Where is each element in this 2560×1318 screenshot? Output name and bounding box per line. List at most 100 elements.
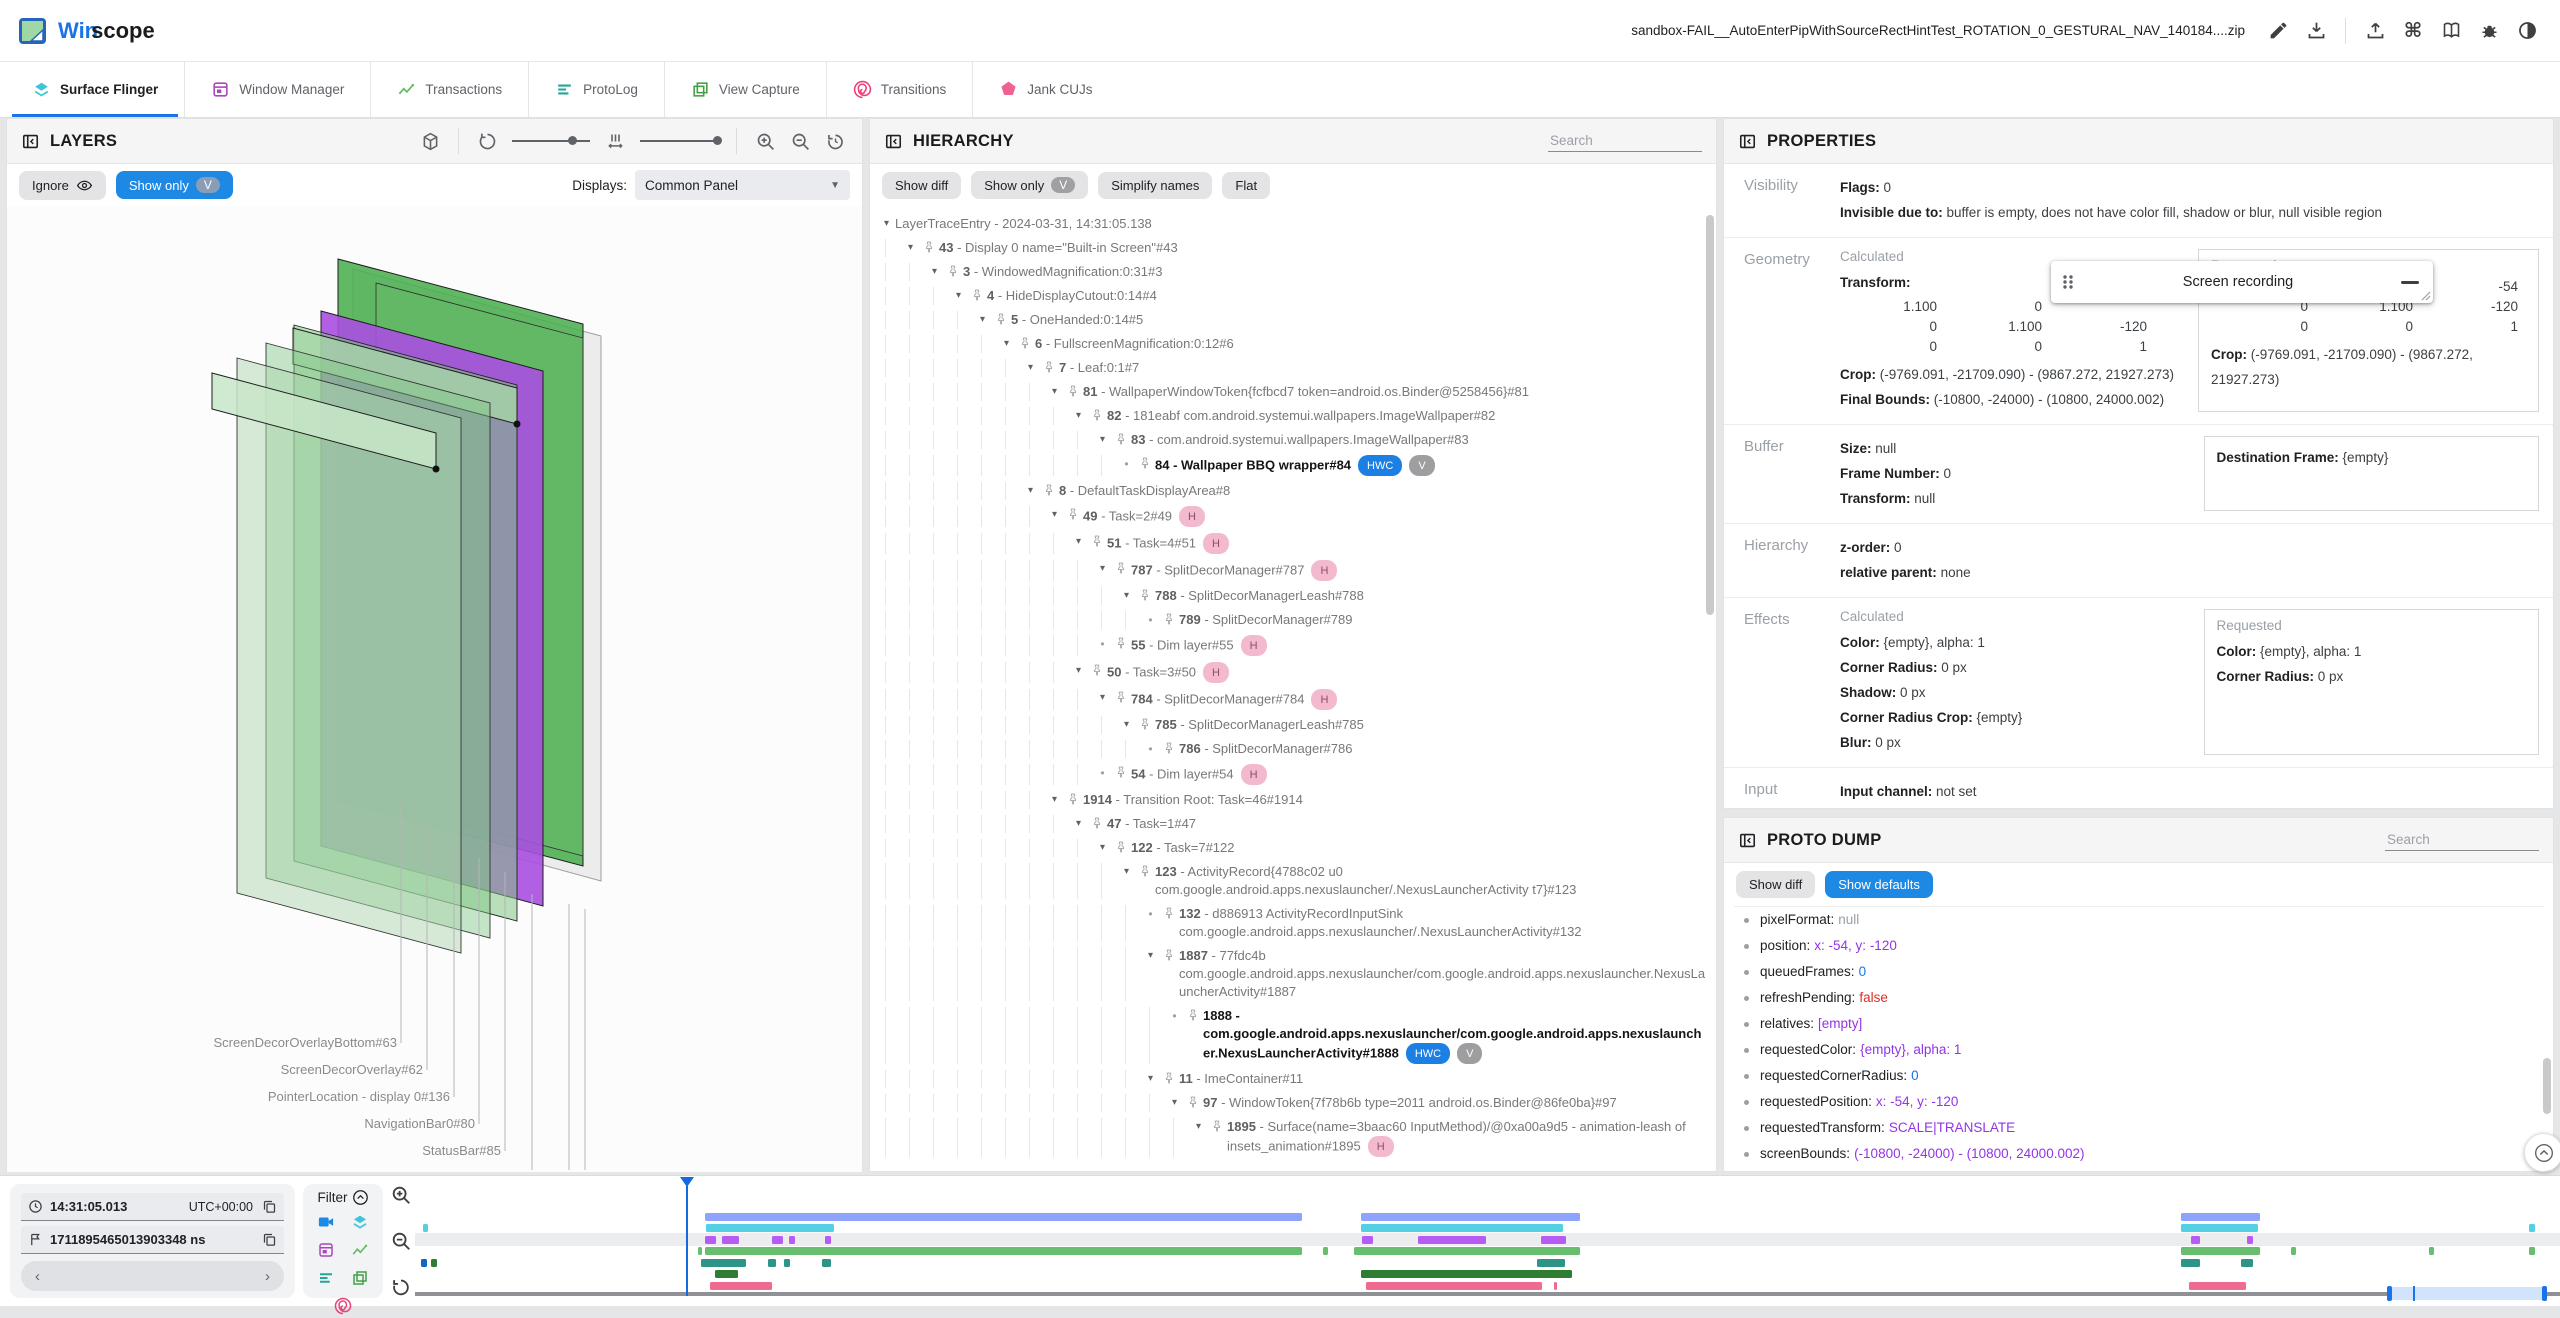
lane-green-segment[interactable] <box>2181 1247 2260 1255</box>
show-only-v-chip[interactable]: Show only V <box>115 171 233 199</box>
pin-icon[interactable] <box>1159 612 1179 626</box>
pin-icon[interactable] <box>1207 1119 1227 1133</box>
lane-purple-segment[interactable] <box>1541 1236 1566 1244</box>
timeline-cursor[interactable] <box>686 1186 688 1296</box>
pin-icon[interactable] <box>1087 408 1107 422</box>
lane-periwinkle-segment[interactable] <box>705 1213 1302 1221</box>
flat-chip[interactable]: Flat <box>1222 171 1271 199</box>
lane-green-segment[interactable] <box>2429 1247 2434 1255</box>
tab-view-capture[interactable]: View Capture <box>663 62 826 117</box>
hierarchy-node[interactable]: ▾ 7 - Leaf:0:1#7 <box>870 356 1716 380</box>
collapse-properties-button[interactable] <box>2524 1133 2560 1172</box>
edit-trace-icon[interactable] <box>2263 16 2293 46</box>
rotation-slider[interactable] <box>512 136 590 145</box>
expand-arrow[interactable]: ▾ <box>1118 587 1135 605</box>
lane-teal-segment[interactable] <box>784 1259 790 1267</box>
layers-3d-canvas[interactable]: ScreenDecorOverlayBottom#63 ScreenDecorOv… <box>7 206 862 1172</box>
zoom-selection-left-handle[interactable] <box>2387 1286 2392 1301</box>
pin-icon[interactable] <box>1135 588 1155 602</box>
expand-arrow[interactable]: ▾ <box>1022 359 1039 377</box>
expand-arrow[interactable]: ▾ <box>878 215 895 233</box>
expand-arrow[interactable]: ▾ <box>1094 689 1111 707</box>
hierarchy-node[interactable]: • 789 - SplitDecorManager#789 <box>870 608 1716 632</box>
collapse-filter-icon[interactable] <box>352 1189 369 1206</box>
hierarchy-node[interactable]: ▾ 784 - SplitDecorManager#784 H <box>870 686 1716 713</box>
proto-scrollbar[interactable] <box>2543 1058 2551 1114</box>
expand-arrow[interactable]: ▾ <box>902 239 919 257</box>
lane-teal-segment[interactable] <box>822 1259 831 1267</box>
filter-transitions-icon[interactable] <box>331 1294 355 1318</box>
reset-view-icon[interactable] <box>822 128 848 154</box>
proto-property-row[interactable]: requestedCornerRadius: 0 <box>1734 1063 2544 1089</box>
tab-protolog[interactable]: ProtoLog <box>528 62 664 117</box>
lane-periwinkle-segment[interactable] <box>1361 1213 1580 1221</box>
hierarchy-node[interactable]: ▾ 122 - Task=7#122 <box>870 836 1716 860</box>
minimize-icon[interactable] <box>2401 280 2419 284</box>
lane-cyan-segment[interactable] <box>706 1224 834 1232</box>
pin-icon[interactable] <box>1063 507 1083 521</box>
hierarchy-node[interactable]: • 132 - d886913 ActivityRecordInputSink c… <box>870 902 1716 944</box>
hierarchy-scrollbar[interactable] <box>1706 215 1714 615</box>
lane-purple-segment[interactable] <box>2191 1236 2200 1244</box>
ns-timestamp-input[interactable]: 1711895465013903348 ns <box>21 1226 284 1254</box>
report-bug-icon[interactable] <box>2474 16 2504 46</box>
lane-pink-segment[interactable] <box>1366 1282 1542 1290</box>
pin-icon[interactable] <box>1111 561 1131 575</box>
dark-mode-toggle-icon[interactable] <box>2512 16 2542 46</box>
expand-arrow[interactable]: ▾ <box>1094 839 1111 857</box>
zoom-in-icon[interactable] <box>752 128 778 154</box>
pin-icon[interactable] <box>1039 360 1059 374</box>
documentation-icon[interactable] <box>2436 16 2466 46</box>
hierarchy-search-input[interactable] <box>1548 130 1702 152</box>
lane-purple-segment[interactable] <box>2247 1236 2253 1244</box>
pin-icon[interactable] <box>1111 690 1131 704</box>
filter-view-capture-icon[interactable] <box>348 1266 372 1290</box>
hierarchy-node[interactable]: ▾ 1887 - 77fdc4b com.google.android.apps.… <box>870 944 1716 1004</box>
copy-time-icon[interactable] <box>262 1199 277 1214</box>
hierarchy-node[interactable]: ▾ 51 - Task=4#51 H <box>870 530 1716 557</box>
hierarchy-node[interactable]: ▾ 123 - ActivityRecord{4788c02 u0 com.goo… <box>870 860 1716 902</box>
shortcuts-icon[interactable]: ⌘ <box>2398 16 2428 46</box>
hierarchy-node[interactable]: • 1888 - com.google.android.apps.nexuslau… <box>870 1004 1716 1067</box>
lane-teal-segment[interactable] <box>431 1259 437 1267</box>
tab-transactions[interactable]: Transactions <box>370 62 528 117</box>
lane-green-segment[interactable] <box>1354 1247 1580 1255</box>
pin-icon[interactable] <box>1063 384 1083 398</box>
hierarchy-node[interactable]: • 54 - Dim layer#54 H <box>870 761 1716 788</box>
expand-arrow[interactable]: ▾ <box>1046 791 1063 809</box>
proto-property-row[interactable]: queuedFrames: 0 <box>1734 959 2544 985</box>
proto-property-row[interactable]: requestedColor: {empty}, alpha: 1 <box>1734 1037 2544 1063</box>
filter-transactions-icon[interactable] <box>348 1238 372 1262</box>
filter-surface-flinger-icon[interactable] <box>348 1210 372 1234</box>
expand-arrow[interactable]: ▾ <box>1070 662 1087 680</box>
zoom-selection-right-handle[interactable] <box>2542 1286 2547 1301</box>
tab-transitions[interactable]: Transitions <box>825 62 973 117</box>
lane-green-segment[interactable] <box>1323 1247 1328 1255</box>
hierarchy-node[interactable]: ▾ 49 - Task=2#49 H <box>870 503 1716 530</box>
hierarchy-node[interactable]: ▾ 6 - FullscreenMagnification:0:12#6 <box>870 332 1716 356</box>
upload-trace-icon[interactable] <box>2360 16 2390 46</box>
pin-icon[interactable] <box>1111 840 1131 854</box>
expand-arrow[interactable]: ▾ <box>998 335 1015 353</box>
spacing-slider[interactable] <box>640 136 722 145</box>
lane-pink-segment[interactable] <box>710 1282 772 1290</box>
expand-arrow[interactable]: ▾ <box>1070 815 1087 833</box>
ignore-chip[interactable]: Ignore <box>19 170 106 200</box>
zoom-out-icon[interactable] <box>787 128 813 154</box>
simplify-names-chip[interactable]: Simplify names <box>1098 171 1213 199</box>
proto-property-row[interactable]: requestedPosition: x: -54, y: -120 <box>1734 1089 2544 1115</box>
lane-purple-segment[interactable] <box>772 1236 783 1244</box>
lane-green-segment[interactable] <box>705 1247 1302 1255</box>
expand-arrow[interactable]: ▾ <box>1094 560 1111 578</box>
lane-purple-segment[interactable] <box>722 1236 739 1244</box>
expand-arrow[interactable]: ▾ <box>1118 716 1135 734</box>
timeline-zoom-reset-icon[interactable] <box>390 1276 412 1298</box>
lane-cyan-segment[interactable] <box>2529 1224 2535 1232</box>
hierarchy-node[interactable]: • 84 - Wallpaper BBQ wrapper#84 HWC V <box>870 452 1716 479</box>
expand-arrow[interactable]: ▾ <box>1070 407 1087 425</box>
hierarchy-node[interactable]: • 786 - SplitDecorManager#786 <box>870 737 1716 761</box>
timeline-track[interactable] <box>415 1292 2560 1296</box>
pin-icon[interactable] <box>1135 456 1155 470</box>
copy-timestamp-icon[interactable] <box>262 1232 277 1247</box>
show-defaults-chip[interactable]: Show defaults <box>1825 870 1933 898</box>
